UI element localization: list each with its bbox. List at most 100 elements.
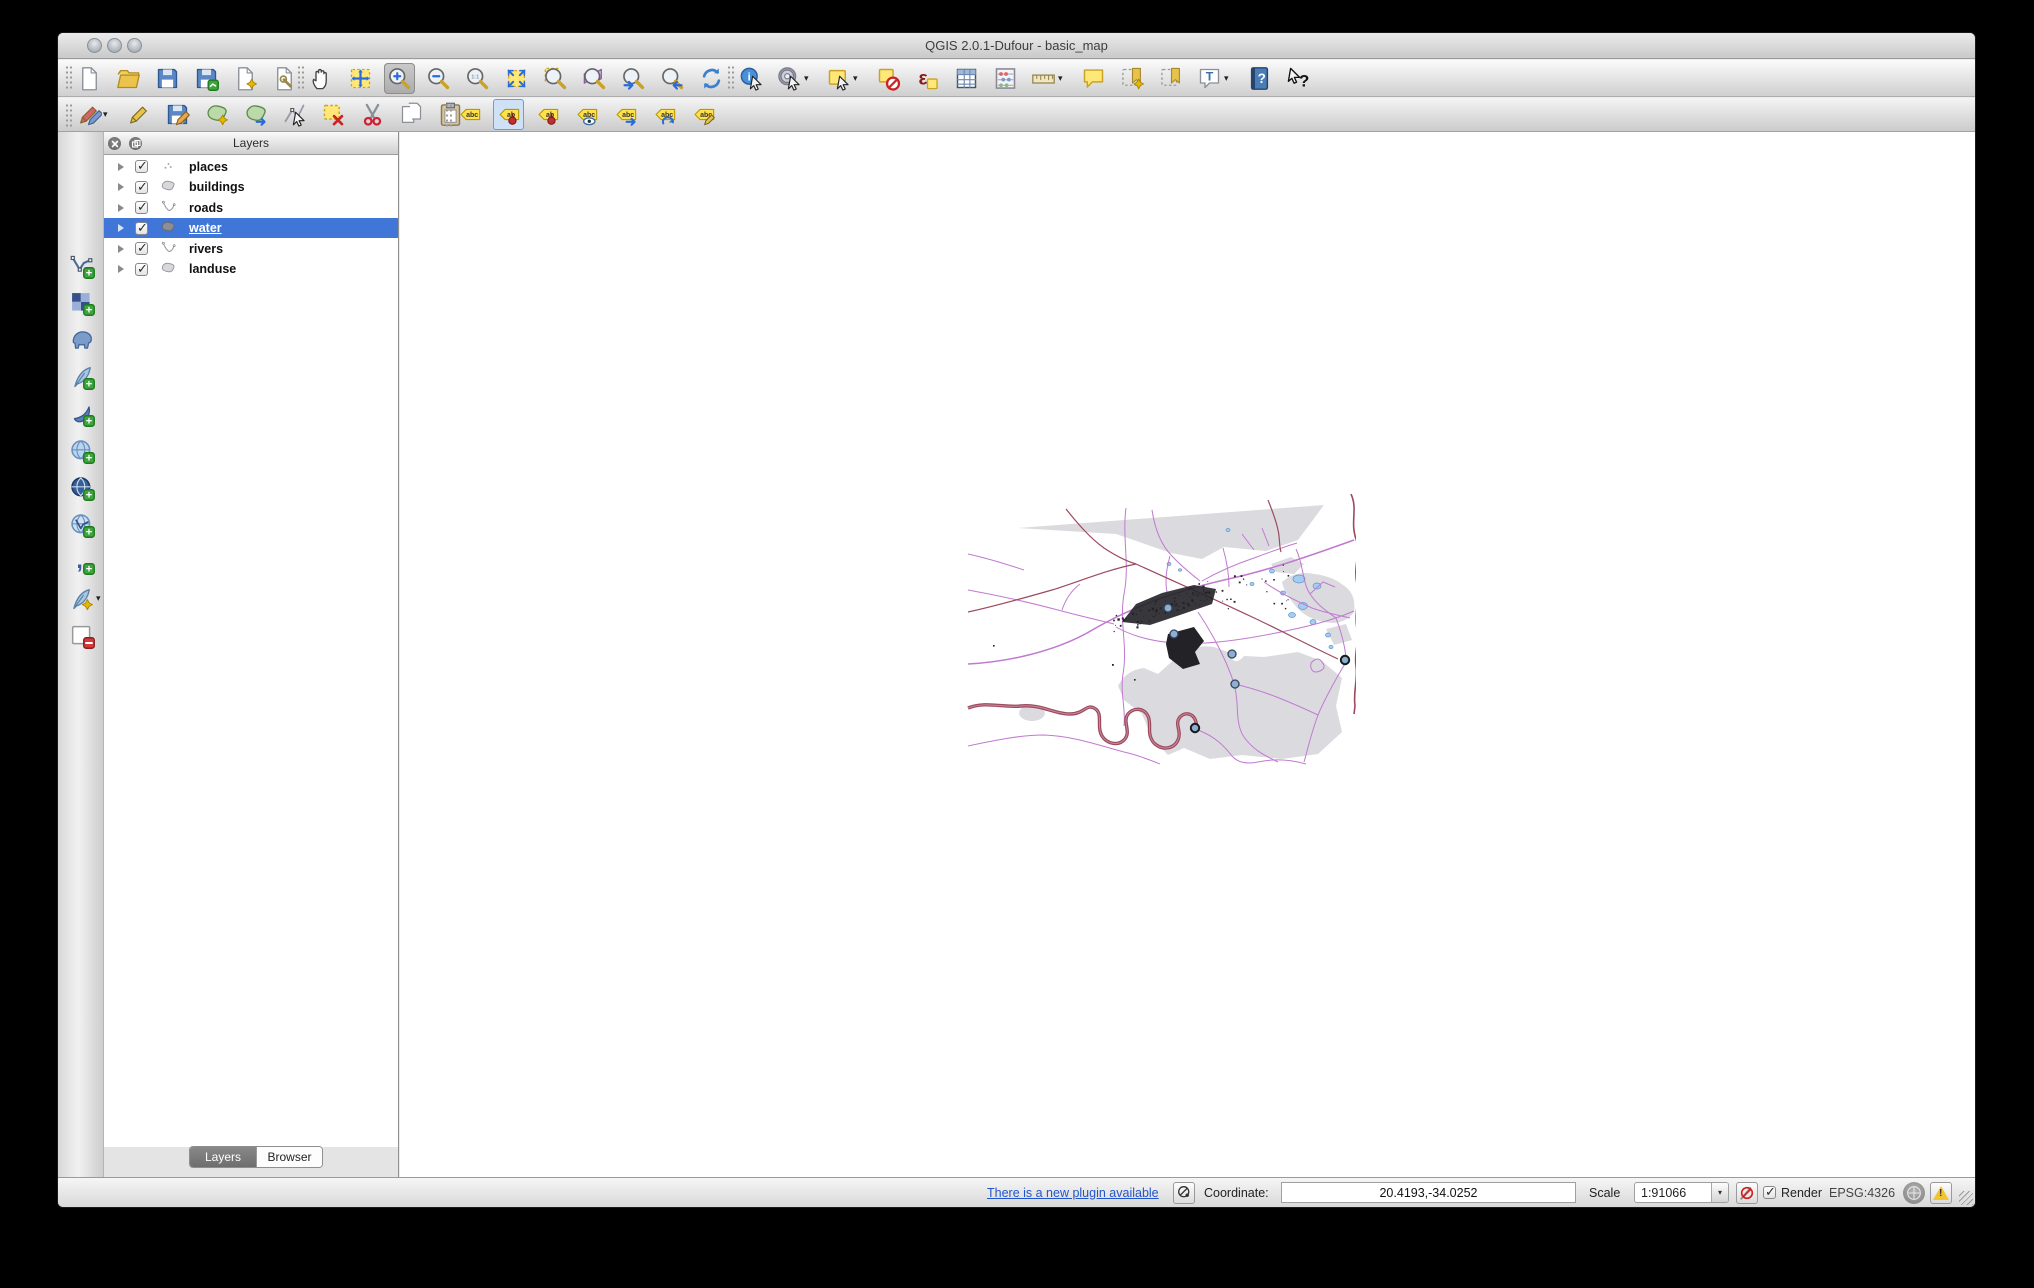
attribute-table-button[interactable] bbox=[951, 63, 982, 94]
select-expression-button[interactable]: ε bbox=[912, 63, 943, 94]
whats-this-button[interactable]: ? bbox=[1283, 63, 1314, 94]
zoom-to-selection-button[interactable] bbox=[540, 63, 571, 94]
measure-button[interactable]: ▾ bbox=[1029, 63, 1070, 94]
expand-triangle-icon[interactable] bbox=[118, 204, 124, 212]
add-postgis-layer-button[interactable] bbox=[66, 324, 97, 355]
layer-label[interactable]: water bbox=[189, 221, 222, 235]
render-checkbox[interactable]: ✓ bbox=[1763, 1186, 1776, 1199]
layer-row-landuse[interactable]: ✓ landuse bbox=[104, 259, 398, 279]
save-as-button[interactable] bbox=[191, 63, 222, 94]
labeling-button[interactable]: abc bbox=[454, 99, 485, 130]
pan-hand-button[interactable] bbox=[306, 63, 337, 94]
layer-row-rivers[interactable]: ✓ rivers bbox=[104, 239, 398, 259]
expand-triangle-icon[interactable] bbox=[118, 163, 124, 171]
new-composer-button[interactable] bbox=[230, 63, 261, 94]
file-new-button[interactable] bbox=[74, 63, 105, 94]
layer-label[interactable]: places bbox=[189, 160, 228, 174]
add-wms-layer-button[interactable]: + bbox=[66, 435, 97, 466]
layer-visibility-checkbox[interactable]: ✓ bbox=[135, 242, 148, 255]
panel-tab-layers[interactable]: Layers bbox=[190, 1147, 256, 1167]
zoom-to-layer-button[interactable] bbox=[579, 63, 610, 94]
add-mssql-layer-button[interactable]: + bbox=[66, 398, 97, 429]
add-raster-layer-button[interactable]: + bbox=[66, 287, 97, 318]
field-calculator-button[interactable] bbox=[990, 63, 1021, 94]
layer-row-roads[interactable]: ✓ roads bbox=[104, 198, 398, 218]
show-hide-labels-button[interactable]: abc bbox=[571, 99, 602, 130]
expand-triangle-icon[interactable] bbox=[118, 224, 124, 232]
toolbar-grip[interactable] bbox=[65, 65, 72, 89]
toolbar-grip[interactable] bbox=[65, 103, 72, 127]
layer-label[interactable]: rivers bbox=[189, 242, 223, 256]
layer-visibility-checkbox[interactable]: ✓ bbox=[135, 263, 148, 276]
rotate-label-button[interactable]: abc bbox=[649, 99, 680, 130]
identify-button[interactable]: i bbox=[736, 63, 767, 94]
zoom-in-button[interactable] bbox=[384, 63, 415, 94]
expand-triangle-icon[interactable] bbox=[118, 245, 124, 253]
window-resize-grip[interactable] bbox=[1959, 1191, 1973, 1205]
add-spatialite-layer-button[interactable]: + bbox=[66, 361, 97, 392]
combo-arrow-icon[interactable]: ▾ bbox=[1711, 1183, 1728, 1202]
zoom-next-button[interactable] bbox=[657, 63, 688, 94]
pan-to-selection-button[interactable] bbox=[345, 63, 376, 94]
plugin-notice-link[interactable]: There is a new plugin available bbox=[987, 1186, 1159, 1200]
crs-projector-icon[interactable] bbox=[1903, 1182, 1925, 1204]
refresh-button[interactable] bbox=[696, 63, 727, 94]
feature-action-button[interactable]: ▾ bbox=[775, 63, 816, 94]
current-edits-button[interactable]: ▾ bbox=[74, 99, 115, 130]
change-label-button[interactable]: abc bbox=[688, 99, 719, 130]
title-bar[interactable]: QGIS 2.0.1-Dufour - basic_map bbox=[58, 33, 1975, 59]
layer-visibility-checkbox[interactable]: ✓ bbox=[135, 222, 148, 235]
remove-layer-button[interactable] bbox=[66, 620, 97, 651]
toggle-editing-button[interactable] bbox=[123, 99, 154, 130]
map-canvas[interactable] bbox=[400, 132, 1975, 1177]
highlight-labels-button[interactable]: ab bbox=[532, 99, 563, 130]
folder-open-button[interactable] bbox=[113, 63, 144, 94]
pin-labels-button[interactable]: ab bbox=[493, 99, 524, 130]
add-vector-layer-button[interactable]: + bbox=[66, 250, 97, 281]
layer-row-water[interactable]: ✓ water bbox=[104, 218, 398, 238]
scale-combo[interactable]: 1:91066 ▾ bbox=[1634, 1182, 1729, 1203]
layer-row-buildings[interactable]: ✓ buildings bbox=[104, 177, 398, 197]
node-tool-button[interactable] bbox=[279, 99, 310, 130]
zoom-full-button[interactable] bbox=[501, 63, 532, 94]
show-bookmarks-button[interactable] bbox=[1156, 63, 1187, 94]
expand-triangle-icon[interactable] bbox=[118, 265, 124, 273]
coordinate-input[interactable] bbox=[1281, 1182, 1576, 1203]
save-button[interactable] bbox=[152, 63, 183, 94]
map-tips-button[interactable] bbox=[1078, 63, 1109, 94]
layer-row-places[interactable]: ✓ places bbox=[104, 157, 398, 177]
zoom-actual-button[interactable]: 1:1 bbox=[462, 63, 493, 94]
delete-selected-button[interactable] bbox=[318, 99, 349, 130]
add-feature-button[interactable] bbox=[201, 99, 232, 130]
zoom-last-button[interactable] bbox=[618, 63, 649, 94]
panel-tab-browser[interactable]: Browser bbox=[256, 1147, 322, 1167]
expand-triangle-icon[interactable] bbox=[118, 183, 124, 191]
layer-label[interactable]: roads bbox=[189, 201, 223, 215]
add-wcs-layer-button[interactable]: + bbox=[66, 472, 97, 503]
plugin-manager-icon[interactable] bbox=[1173, 1182, 1195, 1204]
save-edits-button[interactable] bbox=[162, 99, 193, 130]
add-wfs-layer-button[interactable]: + bbox=[66, 509, 97, 540]
move-feature-button[interactable] bbox=[240, 99, 271, 130]
help-button[interactable]: ? bbox=[1244, 63, 1275, 94]
toolbar-grip[interactable] bbox=[297, 65, 304, 89]
layer-label[interactable]: buildings bbox=[189, 180, 245, 194]
layer-visibility-checkbox[interactable]: ✓ bbox=[135, 201, 148, 214]
toolbar-grip[interactable] bbox=[445, 103, 452, 127]
layer-label[interactable]: landuse bbox=[189, 262, 236, 276]
move-label-button[interactable]: abc bbox=[610, 99, 641, 130]
new-bookmark-button[interactable] bbox=[1117, 63, 1148, 94]
layer-visibility-checkbox[interactable]: ✓ bbox=[135, 181, 148, 194]
toolbar-grip[interactable] bbox=[727, 65, 734, 89]
zoom-out-button[interactable] bbox=[423, 63, 454, 94]
layer-visibility-checkbox[interactable]: ✓ bbox=[135, 160, 148, 173]
stop-render-icon[interactable] bbox=[1736, 1182, 1758, 1204]
deselect-features-button[interactable] bbox=[873, 63, 904, 94]
add-delimited-text-button[interactable]: ,+ bbox=[66, 546, 97, 577]
text-annotation-button[interactable]: T▾ bbox=[1195, 63, 1236, 94]
new-shapefile-button[interactable]: ▾ bbox=[66, 583, 97, 614]
composer-manager-button[interactable] bbox=[269, 63, 300, 94]
select-features-button[interactable]: ▾ bbox=[824, 63, 865, 94]
copy-features-button[interactable] bbox=[396, 99, 427, 130]
messages-warning-icon[interactable] bbox=[1930, 1182, 1952, 1204]
